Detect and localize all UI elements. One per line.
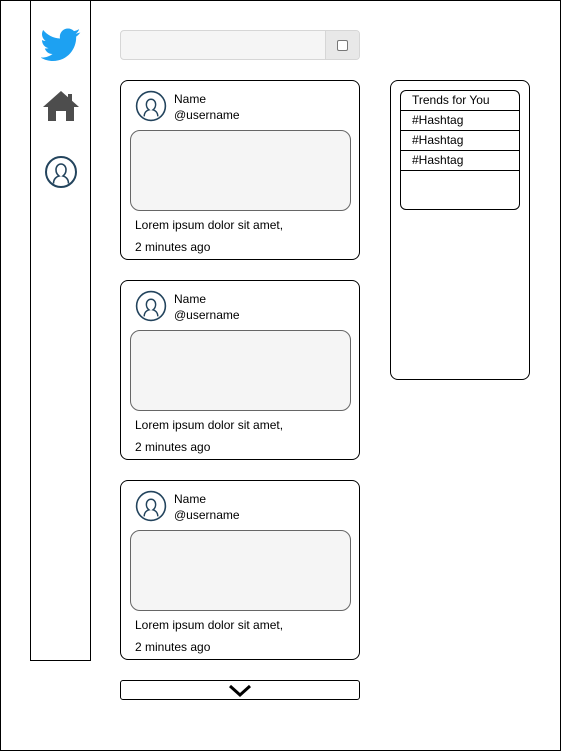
trend-item[interactable]: #Hashtag bbox=[401, 151, 519, 171]
tweet-card[interactable]: Name @username Lorem ipsum dolor sit ame… bbox=[120, 80, 360, 260]
trend-item[interactable]: #Hashtag bbox=[401, 111, 519, 131]
search-button[interactable] bbox=[325, 31, 359, 59]
home-icon[interactable] bbox=[41, 89, 81, 129]
avatar-icon[interactable] bbox=[135, 290, 167, 322]
trends-list: Trends for You #Hashtag #Hashtag #Hashta… bbox=[400, 90, 520, 210]
sidebar bbox=[30, 0, 91, 661]
search-input[interactable] bbox=[121, 31, 327, 59]
tweet-author-name[interactable]: Name bbox=[174, 92, 206, 106]
twitter-bird-icon[interactable] bbox=[41, 28, 81, 68]
tweet-card[interactable]: Name @username Lorem ipsum dolor sit ame… bbox=[120, 280, 360, 460]
tweet-timestamp: 2 minutes ago bbox=[135, 240, 211, 254]
tweet-timestamp: 2 minutes ago bbox=[135, 440, 211, 454]
trend-item[interactable]: #Hashtag bbox=[401, 131, 519, 151]
tweet-author-handle[interactable]: @username bbox=[174, 508, 240, 522]
trends-title: Trends for You bbox=[401, 91, 519, 111]
search-bar bbox=[120, 30, 360, 60]
load-more-button[interactable] bbox=[120, 680, 360, 700]
tweet-author-handle[interactable]: @username bbox=[174, 108, 240, 122]
tweet-media[interactable] bbox=[130, 130, 351, 211]
tweet-author-name[interactable]: Name bbox=[174, 292, 206, 306]
tweet-card[interactable]: Name @username Lorem ipsum dolor sit ame… bbox=[120, 480, 360, 660]
tweet-author-name[interactable]: Name bbox=[174, 492, 206, 506]
profile-icon[interactable] bbox=[41, 152, 81, 192]
tweet-author-handle[interactable]: @username bbox=[174, 308, 240, 322]
avatar-icon[interactable] bbox=[135, 490, 167, 522]
tweet-text: Lorem ipsum dolor sit amet, bbox=[135, 618, 284, 632]
tweet-media[interactable] bbox=[130, 330, 351, 411]
search-button-icon bbox=[337, 40, 348, 51]
tweet-text: Lorem ipsum dolor sit amet, bbox=[135, 418, 284, 432]
avatar-icon[interactable] bbox=[135, 90, 167, 122]
tweet-media[interactable] bbox=[130, 530, 351, 611]
tweet-text: Lorem ipsum dolor sit amet, bbox=[135, 218, 284, 232]
tweet-timestamp: 2 minutes ago bbox=[135, 640, 211, 654]
chevron-down-icon bbox=[228, 684, 252, 698]
